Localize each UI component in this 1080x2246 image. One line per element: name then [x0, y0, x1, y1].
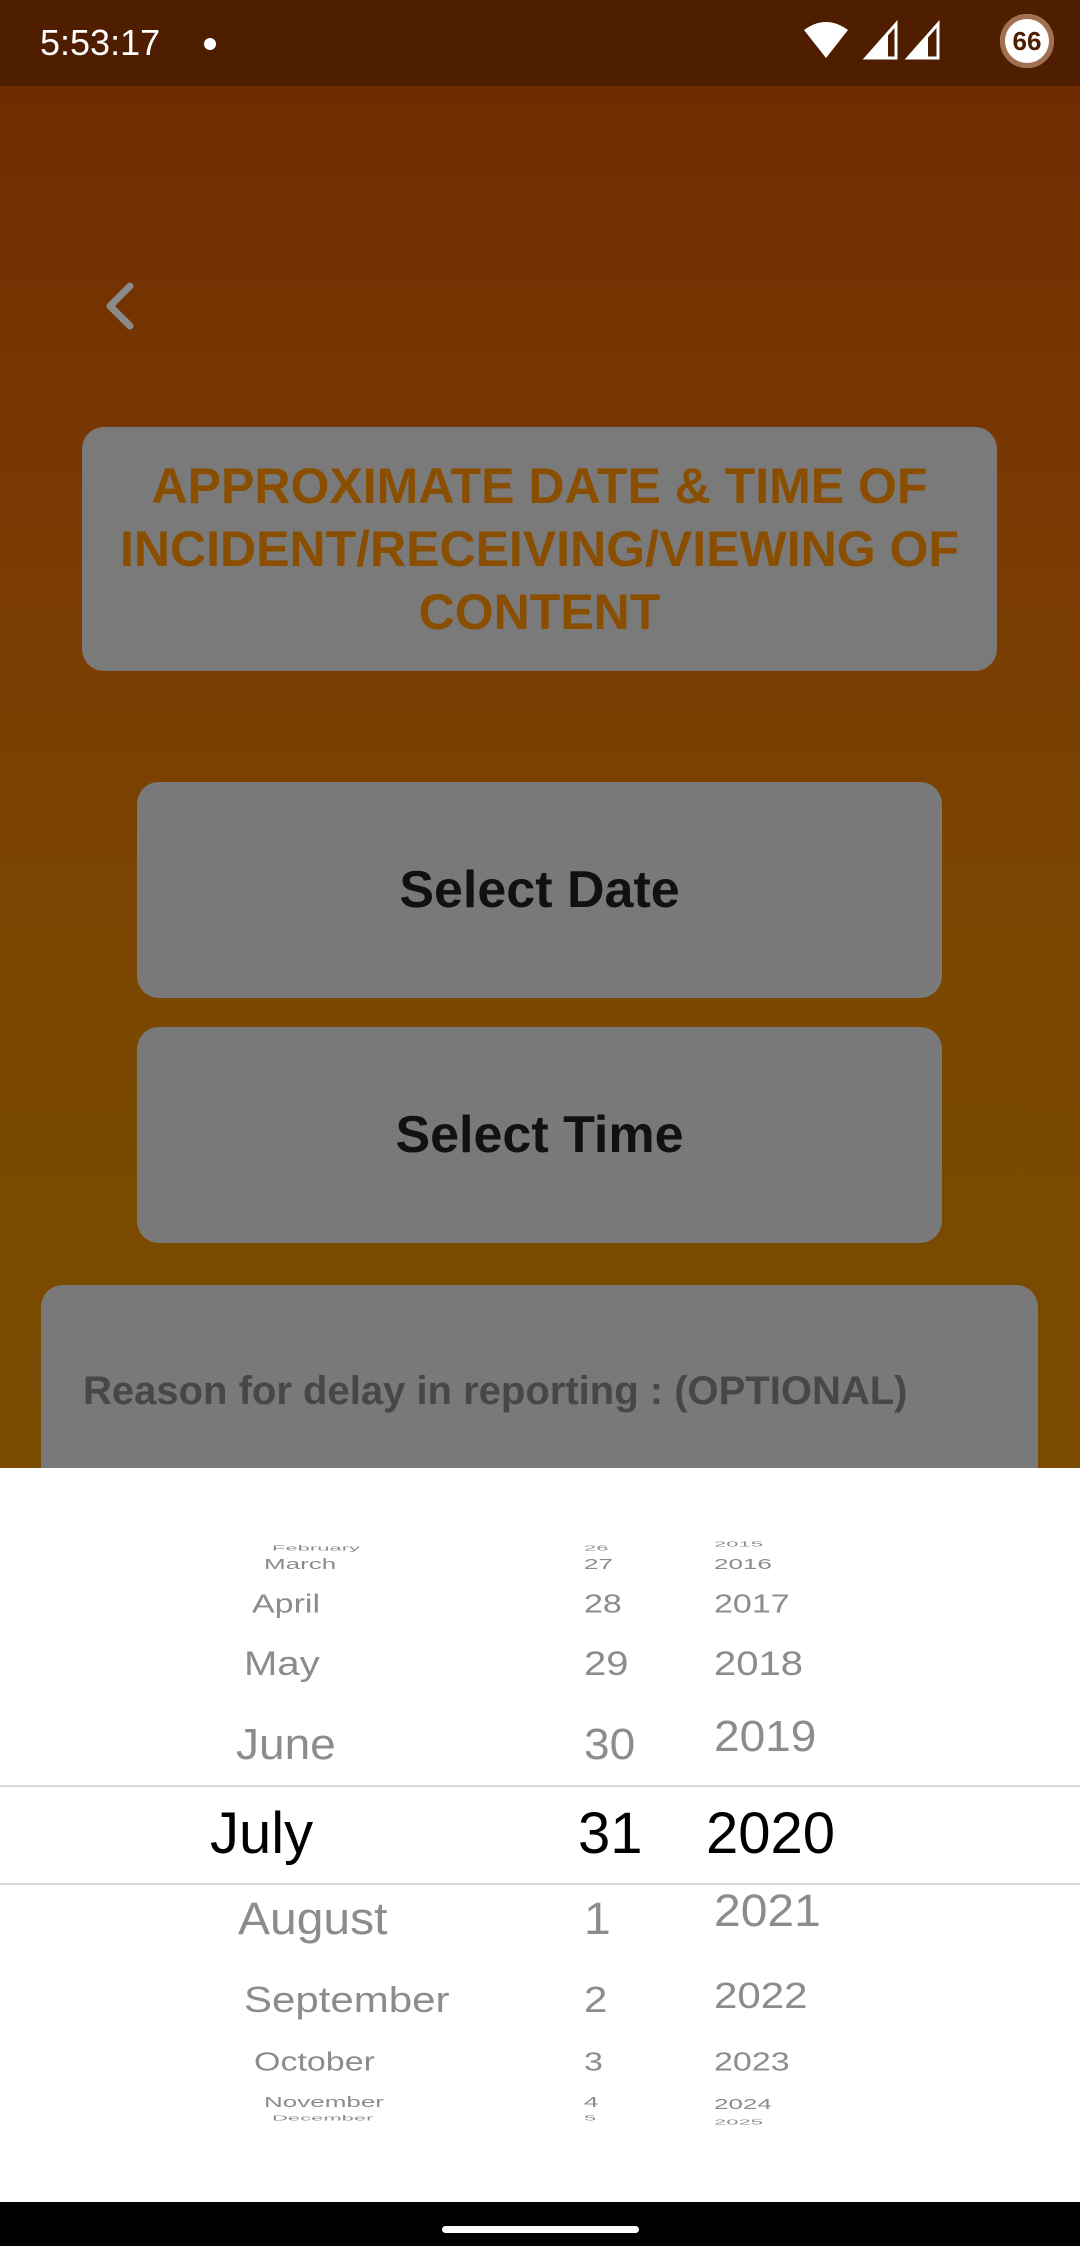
- battery-icon: 66: [1000, 14, 1054, 68]
- status-time: 5:53:17: [40, 22, 161, 63]
- month-item[interactable]: November: [264, 2095, 384, 2109]
- day-item[interactable]: 30: [584, 1722, 635, 1766]
- month-wheel[interactable]: February March April May June July August Septe…: [0, 1468, 560, 2202]
- home-handle[interactable]: [442, 2226, 639, 2233]
- day-item[interactable]: 2: [584, 1982, 607, 2018]
- reason-field[interactable]: Reason for delay in reporting : (OPTIONA…: [41, 1285, 1038, 1485]
- notification-dot-icon: [204, 38, 216, 50]
- month-item[interactable]: December: [272, 2114, 373, 2122]
- year-item[interactable]: 2021: [714, 1889, 821, 1935]
- back-arrow-icon[interactable]: [96, 276, 146, 336]
- day-item[interactable]: 1: [584, 1897, 611, 1943]
- year-item[interactable]: 2016: [714, 1557, 772, 1571]
- month-item[interactable]: March: [264, 1557, 336, 1571]
- reason-label: Reason for delay in reporting : (OPTIONA…: [83, 1369, 908, 1413]
- month-item[interactable]: October: [254, 2049, 375, 2075]
- status-bar: 5:53:17 66: [0, 0, 1080, 86]
- year-item[interactable]: 2023: [714, 2049, 790, 2075]
- signal-icon-2: [904, 20, 940, 60]
- month-item[interactable]: May: [244, 1647, 320, 1681]
- day-item[interactable]: 3: [584, 2049, 603, 2075]
- select-time-button[interactable]: Select Time: [137, 1027, 942, 1243]
- day-wheel[interactable]: 26 27 28 29 30 31 1 2 3 4 5: [560, 1468, 700, 2202]
- date-picker[interactable]: February March April May June July August Septe…: [0, 1468, 1080, 2202]
- signal-icon: [862, 20, 898, 60]
- day-item[interactable]: 31: [578, 1805, 643, 1863]
- month-item[interactable]: February: [272, 1544, 360, 1552]
- select-date-button[interactable]: Select Date: [137, 782, 942, 998]
- select-time-label: Select Time: [395, 1106, 684, 1164]
- day-item[interactable]: 27: [584, 1557, 613, 1571]
- background: [0, 0, 1080, 1468]
- battery-level: 66: [1012, 26, 1042, 56]
- year-item[interactable]: 2018: [714, 1647, 803, 1681]
- day-item[interactable]: 26: [584, 1544, 608, 1552]
- day-item[interactable]: 28: [584, 1591, 622, 1617]
- month-item[interactable]: April: [252, 1591, 320, 1617]
- day-item[interactable]: 4: [584, 2095, 598, 2109]
- month-item[interactable]: July: [210, 1805, 313, 1863]
- year-item[interactable]: 2024: [714, 2097, 772, 2111]
- year-item[interactable]: 2015: [714, 1540, 763, 1548]
- navigation-bar: [0, 2202, 1080, 2246]
- title-card: APPROXIMATE DATE & TIME OF INCIDENT/RECE…: [82, 427, 997, 671]
- year-item[interactable]: 2025: [714, 2118, 763, 2126]
- day-item[interactable]: 5: [584, 2114, 596, 2122]
- year-wheel[interactable]: 2015 2016 2017 2018 2019 2020 2021 2022 2023 2024…: [700, 1468, 900, 2202]
- select-date-label: Select Date: [399, 861, 680, 919]
- month-item[interactable]: June: [236, 1722, 336, 1766]
- day-item[interactable]: 29: [584, 1647, 629, 1681]
- month-item[interactable]: August: [238, 1897, 387, 1943]
- month-item[interactable]: September: [244, 1982, 449, 2018]
- year-item[interactable]: 2019: [714, 1714, 816, 1758]
- network-icons: [804, 20, 940, 60]
- year-item[interactable]: 2022: [714, 1978, 807, 2014]
- page-title: APPROXIMATE DATE & TIME OF INCIDENT/RECE…: [120, 457, 959, 640]
- year-item[interactable]: 2017: [714, 1591, 790, 1617]
- wifi-icon: [804, 22, 848, 58]
- year-item[interactable]: 2020: [706, 1805, 835, 1863]
